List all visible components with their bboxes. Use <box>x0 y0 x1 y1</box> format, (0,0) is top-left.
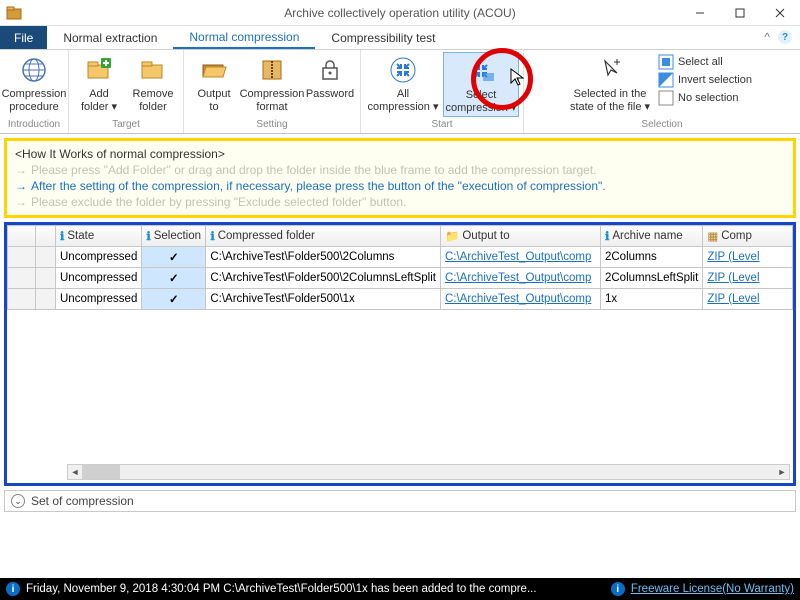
cell-selection[interactable]: ✓ <box>142 268 206 289</box>
window-title: Archive collectively operation utility (… <box>284 6 515 20</box>
folder-icon <box>138 55 168 85</box>
folder-plus-icon <box>84 55 114 85</box>
hint-title: <How It Works of normal compression> <box>15 147 785 161</box>
hint-line-1: →After the setting of the compression, i… <box>15 179 785 193</box>
col-archive[interactable]: ℹArchive name <box>600 226 702 247</box>
cell-archive: 2ColumnsLeftSplit <box>600 268 702 289</box>
selected-in-state-button[interactable]: Selected in the state of the file ▾ <box>568 52 652 115</box>
table-row[interactable]: Uncompressed✓C:\ArchiveTest\Folder500\1x… <box>8 289 793 310</box>
cell-folder: C:\ArchiveTest\Folder500\2Columns <box>206 247 441 268</box>
group-label-start: Start <box>431 119 452 131</box>
tab-normal-extraction[interactable]: Normal extraction <box>47 26 173 49</box>
cell-format[interactable]: ZIP (Level <box>703 289 793 310</box>
no-selection-button[interactable]: No selection <box>658 90 752 106</box>
cell-archive: 2Columns <box>600 247 702 268</box>
archive-small-icon: ▦ <box>707 229 718 243</box>
compress-all-icon <box>388 55 418 85</box>
group-label-selection: Selection <box>641 119 682 131</box>
app-icon <box>6 5 22 21</box>
lock-icon <box>315 55 345 85</box>
license-link[interactable]: Freeware License(No Warranty) <box>631 583 794 595</box>
help-icon[interactable]: ? <box>778 30 792 44</box>
horizontal-scrollbar[interactable]: ◄ ► <box>67 464 790 480</box>
add-folder-button[interactable]: Add folder ▾ <box>73 52 125 115</box>
folder-open-icon <box>199 55 229 85</box>
group-label-introduction: Introduction <box>8 119 60 131</box>
password-button[interactable]: Password <box>304 52 356 103</box>
hint-line-0: →Please press "Add Folder" or drag and d… <box>15 163 785 177</box>
info-icon: i <box>611 582 625 596</box>
cursor-star-icon <box>595 55 625 85</box>
maximize-button[interactable] <box>720 0 760 26</box>
compress-select-icon <box>466 56 496 86</box>
col-format[interactable]: ▦Comp <box>703 226 793 247</box>
select-all-button[interactable]: Select all <box>658 54 752 70</box>
compression-format-button[interactable]: Compression format <box>242 52 302 115</box>
grid-panel: ℹState ℹSelection ℹCompressed folder 📁Ou… <box>4 222 796 486</box>
col-output[interactable]: 📁Output to <box>440 226 600 247</box>
info-icon: i <box>6 582 20 596</box>
scroll-left-icon[interactable]: ◄ <box>68 465 82 479</box>
cell-state: Uncompressed <box>56 247 142 268</box>
output-to-button[interactable]: Output to <box>188 52 240 115</box>
table-row[interactable]: Uncompressed✓C:\ArchiveTest\Folder500\2C… <box>8 268 793 289</box>
status-bar: i Friday, November 9, 2018 4:30:04 PM C:… <box>0 578 800 600</box>
no-select-icon <box>658 90 674 106</box>
cell-output[interactable]: C:\ArchiveTest_Output\comp <box>440 247 600 268</box>
invert-selection-button[interactable]: Invert selection <box>658 72 752 88</box>
scroll-right-icon[interactable]: ► <box>775 465 789 479</box>
col-rowheader[interactable] <box>8 226 36 247</box>
cell-format[interactable]: ZIP (Level <box>703 247 793 268</box>
table-row[interactable]: Uncompressed✓C:\ArchiveTest\Folder500\2C… <box>8 247 793 268</box>
cell-state: Uncompressed <box>56 268 142 289</box>
menu-bar: File Normal extraction Normal compressio… <box>0 26 800 50</box>
cell-format[interactable]: ZIP (Level <box>703 268 793 289</box>
cell-output[interactable]: C:\ArchiveTest_Output\comp <box>440 289 600 310</box>
file-menu[interactable]: File <box>0 26 47 49</box>
chevron-down-icon: ⌄ <box>11 494 25 508</box>
cell-output[interactable]: C:\ArchiveTest_Output\comp <box>440 268 600 289</box>
status-message: Friday, November 9, 2018 4:30:04 PM C:\A… <box>26 583 537 595</box>
select-all-icon <box>658 54 674 70</box>
cell-selection[interactable]: ✓ <box>142 247 206 268</box>
ribbon: Compression procedure Introduction Add f… <box>0 50 800 134</box>
remove-folder-button[interactable]: Remove folder <box>127 52 179 115</box>
group-label-setting: Setting <box>256 119 287 131</box>
cell-folder: C:\ArchiveTest\Folder500\2ColumnsLeftSpl… <box>206 268 441 289</box>
close-button[interactable] <box>760 0 800 26</box>
ribbon-collapse-icon[interactable]: ^ <box>764 30 770 44</box>
title-bar: Archive collectively operation utility (… <box>0 0 800 26</box>
cell-folder: C:\ArchiveTest\Folder500\1x <box>206 289 441 310</box>
all-compression-button[interactable]: All compression ▾ <box>365 52 441 115</box>
col-selection[interactable]: ℹSelection <box>142 226 206 247</box>
compression-procedure-button[interactable]: Compression procedure <box>4 52 64 115</box>
tab-compressibility-test[interactable]: Compressibility test <box>315 26 451 49</box>
minimize-button[interactable] <box>680 0 720 26</box>
set-of-compression-toggle[interactable]: ⌄ Set of compression <box>4 490 796 512</box>
globe-icon <box>19 55 49 85</box>
compression-table: ℹState ℹSelection ℹCompressed folder 📁Ou… <box>7 225 793 310</box>
col-state[interactable]: ℹState <box>56 226 142 247</box>
scroll-thumb[interactable] <box>82 465 120 479</box>
invert-icon <box>658 72 674 88</box>
archive-icon <box>257 55 287 85</box>
col-folder[interactable]: ℹCompressed folder <box>206 226 441 247</box>
cell-state: Uncompressed <box>56 289 142 310</box>
hint-panel: <How It Works of normal compression> →Pl… <box>4 138 796 218</box>
group-label-target: Target <box>112 119 140 131</box>
tab-normal-compression[interactable]: Normal compression <box>173 26 315 49</box>
select-compression-button[interactable]: Select compression ▾ <box>443 52 519 117</box>
cell-selection[interactable]: ✓ <box>142 289 206 310</box>
hint-line-2: →Please exclude the folder by pressing "… <box>15 195 785 209</box>
folder-small-icon: 📁 <box>445 229 459 243</box>
cell-archive: 1x <box>600 289 702 310</box>
